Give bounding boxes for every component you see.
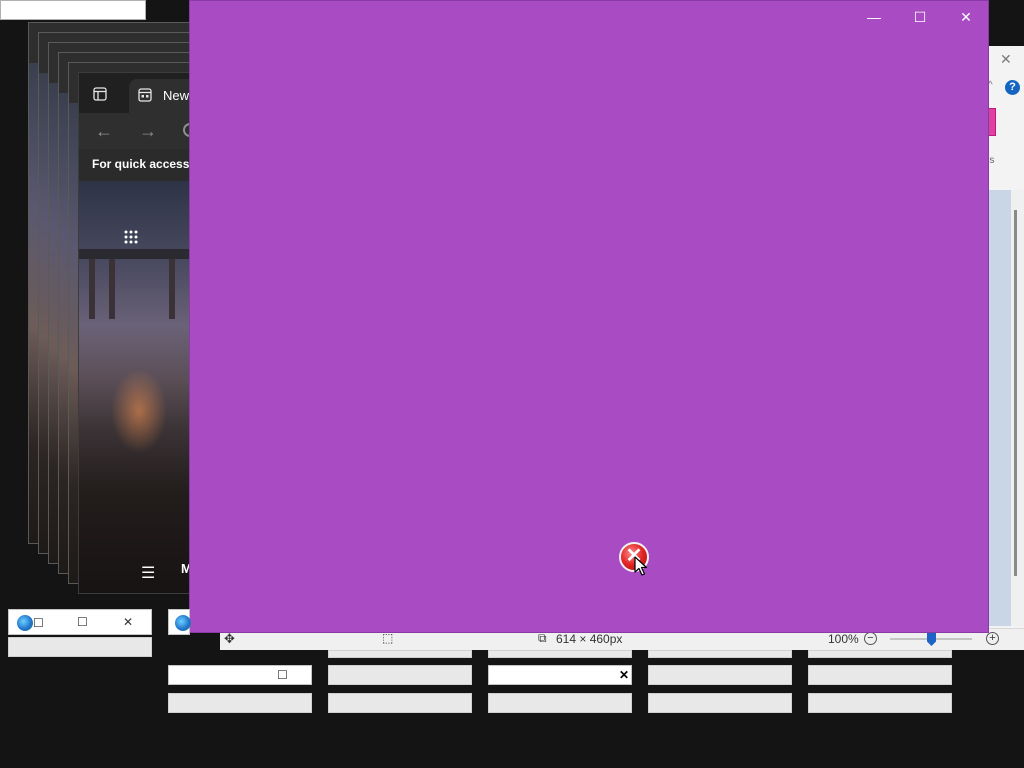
- purple-window[interactable]: [189, 0, 989, 633]
- favorites-bar-prompt: For quick access, p: [92, 157, 204, 171]
- scrollbar-thumb[interactable]: [1014, 210, 1017, 576]
- thumbnail-header[interactable]: [808, 650, 952, 658]
- newtab-icon: [138, 88, 152, 102]
- apps-grid-icon[interactable]: [123, 229, 139, 245]
- window-thumbnail[interactable]: ☐ ☐ ✕: [8, 609, 152, 635]
- selection-icon: ⬚: [382, 631, 394, 645]
- zoom-in-icon[interactable]: +: [986, 632, 999, 645]
- close-icon[interactable]: ✕: [943, 6, 989, 28]
- thumbnail-slot[interactable]: [648, 665, 792, 685]
- thumbnail-header[interactable]: [488, 650, 632, 658]
- forward-arrow-icon[interactable]: →: [139, 121, 157, 142]
- thumbnail-slot[interactable]: [488, 693, 632, 713]
- help-icon[interactable]: ?: [1005, 80, 1020, 95]
- close-icon[interactable]: ✕: [619, 668, 629, 682]
- hamburger-menu-icon[interactable]: ☰: [141, 563, 155, 583]
- thumbnail-slot[interactable]: [648, 693, 792, 713]
- zoom-out-icon[interactable]: −: [864, 632, 877, 645]
- layout-icon[interactable]: [93, 87, 107, 101]
- restore-icon[interactable]: ☐: [33, 616, 44, 630]
- window-thumbnail[interactable]: [168, 609, 191, 635]
- close-icon[interactable]: ✕: [123, 615, 133, 629]
- paint-canvas-area[interactable]: [989, 190, 1011, 626]
- cursor-icon: [634, 556, 648, 576]
- close-icon[interactable]: ✕: [1000, 51, 1012, 68]
- background-pillar: [109, 259, 115, 319]
- ie-logo-icon: [17, 615, 33, 631]
- thumbnail-slot[interactable]: [328, 693, 472, 713]
- window-thumbnail[interactable]: ☐: [168, 665, 312, 685]
- window-thumbnail[interactable]: ✕: [488, 665, 632, 685]
- thumbnail-slot[interactable]: [328, 665, 472, 685]
- thumbnail-slot[interactable]: [808, 693, 952, 713]
- thumbnail-header[interactable]: [328, 650, 472, 658]
- thumbnail-header[interactable]: [648, 650, 792, 658]
- vertical-scrollbar[interactable]: [1011, 190, 1024, 626]
- title-input-bar[interactable]: [0, 0, 146, 20]
- tab-title: New: [163, 88, 190, 103]
- maximize-icon[interactable]: ☐: [897, 6, 943, 28]
- image-size-readout: 614 × 460px: [556, 632, 623, 646]
- zoom-level: 100%: [828, 632, 859, 646]
- move-icon: ✥: [224, 631, 235, 646]
- image-size-icon: ⧉: [538, 631, 547, 645]
- thumbnail-slot[interactable]: [168, 693, 312, 713]
- thumbnail-slot[interactable]: [808, 665, 952, 685]
- background-pillar: [89, 259, 95, 319]
- ie-logo-icon: [175, 615, 191, 631]
- maximize-icon[interactable]: ☐: [277, 668, 288, 682]
- thumbnail-slot[interactable]: [8, 637, 152, 657]
- back-arrow-icon[interactable]: ←: [95, 121, 113, 142]
- maximize-icon[interactable]: ☐: [77, 615, 88, 629]
- minimize-icon[interactable]: —: [851, 6, 897, 28]
- background-pillar: [169, 259, 175, 319]
